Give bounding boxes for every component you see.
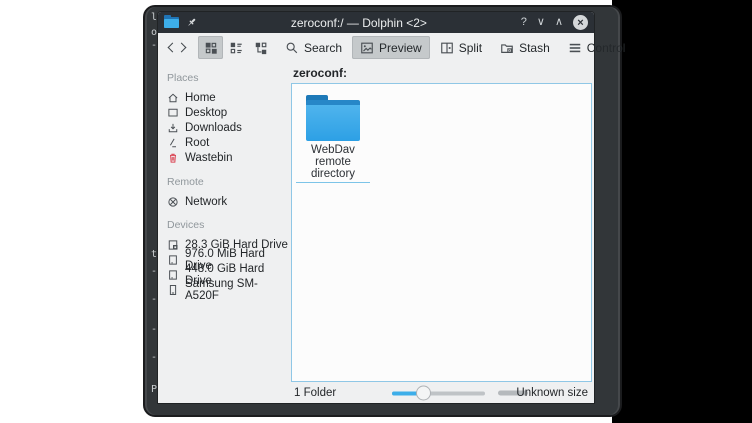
stash-icon	[500, 41, 514, 55]
split-icon	[440, 41, 454, 55]
hard-drive-icon	[167, 254, 179, 266]
file-item-underline	[296, 182, 370, 183]
preview-icon	[360, 41, 374, 55]
file-item-webdav[interactable]: WebDav remote directory	[294, 95, 372, 183]
sidebar-item-wastebin[interactable]: Wastebin	[167, 151, 290, 166]
home-icon	[167, 92, 179, 104]
remote-section-header: Remote	[167, 176, 290, 188]
sidebar-item-downloads[interactable]: Downloads	[167, 120, 290, 135]
hamburger-menu-icon	[568, 41, 582, 55]
split-button[interactable]: Split	[432, 36, 490, 59]
control-button[interactable]: Control	[560, 36, 634, 59]
icons-view-icon	[204, 41, 218, 55]
search-button[interactable]: Search	[277, 36, 350, 59]
tree-view-button[interactable]	[248, 36, 273, 59]
breadcrumb[interactable]: zeroconf:	[293, 66, 347, 80]
details-view-icon	[229, 41, 243, 55]
icons-view-button[interactable]	[198, 36, 223, 59]
maximize-button[interactable]: ∧	[555, 17, 563, 28]
zoom-slider[interactable]	[392, 385, 485, 400]
wastebin-icon	[167, 152, 179, 164]
sidebar-item-desktop[interactable]: Desktop	[167, 105, 290, 120]
preview-button[interactable]: Preview	[352, 36, 430, 59]
sidebar-item-root[interactable]: Root	[167, 136, 290, 151]
view-mode-group	[198, 36, 273, 59]
hard-drive-mounted-icon	[167, 239, 179, 251]
sidebar-item-home[interactable]: Home	[167, 90, 290, 105]
details-view-button[interactable]	[223, 36, 248, 59]
sidebar-item-label: Home	[185, 92, 216, 104]
window-title: zeroconf:/ — Dolphin <2>	[197, 16, 521, 30]
search-button-label: Search	[304, 41, 342, 55]
sidebar-item-label: Network	[185, 196, 227, 208]
close-button[interactable]: ×	[573, 15, 588, 30]
devices-section-header: Devices	[167, 219, 290, 231]
sidebar-item-label: Root	[185, 137, 209, 149]
phone-icon	[167, 284, 179, 296]
search-icon	[285, 41, 299, 55]
titlebar[interactable]: zeroconf:/ — Dolphin <2> ? ∨ ∧ ×	[158, 12, 594, 33]
main-toolbar: Search Preview Split	[158, 33, 594, 62]
preview-button-label: Preview	[379, 41, 422, 55]
split-button-label: Split	[459, 41, 482, 55]
back-button[interactable]	[166, 37, 176, 59]
window-folder-icon	[164, 17, 179, 28]
places-panel: Places Home Desktop	[158, 62, 290, 403]
status-size-label: Unknown size	[516, 387, 588, 399]
control-button-label: Control	[587, 41, 626, 55]
sidebar-item-network[interactable]: Network	[167, 194, 290, 209]
screenshot-stage: l o - t - - - - P zeroconf:/ — Dolphin <…	[0, 0, 752, 423]
sidebar-item-label: Desktop	[185, 107, 227, 119]
sidebar-item-label: Samsung SM-A520F	[185, 278, 290, 302]
forward-button[interactable]	[178, 37, 188, 59]
downloads-icon	[167, 122, 179, 134]
sidebar-item-label: Downloads	[185, 122, 242, 134]
right-black-region	[612, 0, 752, 423]
stash-button[interactable]: Stash	[492, 36, 558, 59]
stash-button-label: Stash	[519, 41, 550, 55]
sidebar-item-label: Wastebin	[185, 152, 233, 164]
main-area: zeroconf: WebDav remote directory 1 Fold…	[290, 62, 594, 403]
places-section-header: Places	[167, 72, 290, 84]
tree-view-icon	[254, 41, 268, 55]
minimize-button[interactable]: ∨	[537, 17, 545, 28]
chevron-right-icon	[177, 43, 187, 53]
status-folder-count: 1 Folder	[294, 387, 336, 399]
folder-view[interactable]: WebDav remote directory	[291, 83, 592, 382]
file-item-label: WebDav remote directory	[294, 144, 372, 180]
status-bar: 1 Folder Unknown size	[290, 382, 594, 403]
help-button[interactable]: ?	[521, 17, 527, 28]
pin-icon[interactable]	[186, 17, 197, 28]
network-icon	[167, 196, 179, 208]
root-icon	[167, 137, 179, 149]
hard-drive-icon	[167, 269, 179, 281]
dolphin-window: zeroconf:/ — Dolphin <2> ? ∨ ∧ ×	[158, 12, 594, 403]
desktop-icon	[167, 107, 179, 119]
zoom-slider-handle[interactable]	[416, 385, 431, 400]
sidebar-item-phone[interactable]: Samsung SM-A520F	[167, 283, 290, 298]
folder-icon	[306, 95, 360, 141]
